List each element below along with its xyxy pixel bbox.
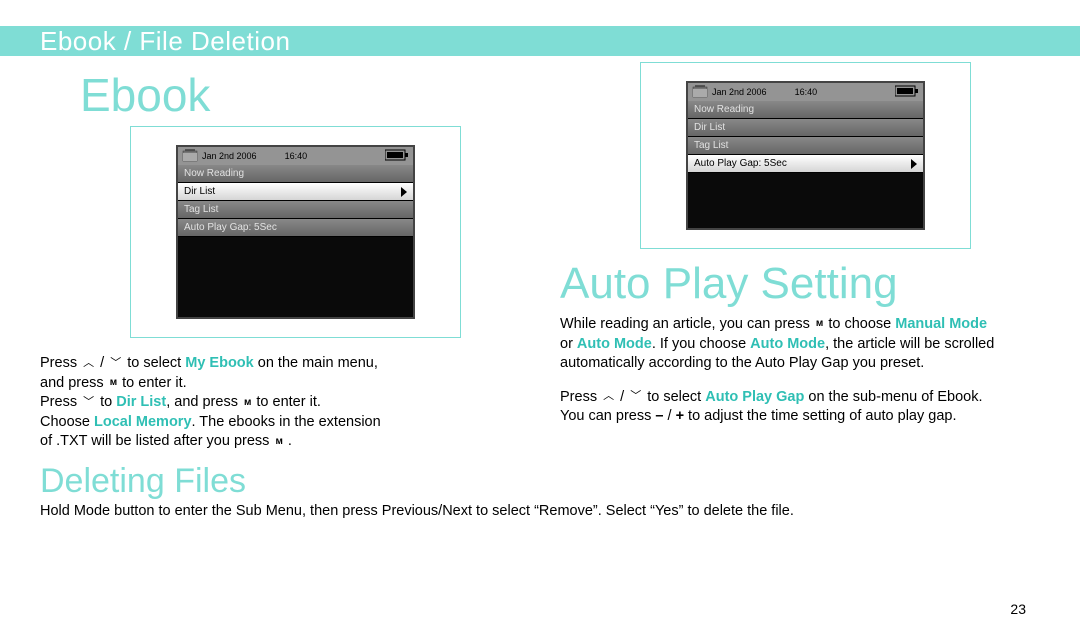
menu-row: Now Reading	[688, 101, 923, 119]
right-column: Jan 2nd 200616:40 Now ReadingDir ListTag…	[560, 62, 1040, 452]
plus-icon: +	[676, 408, 684, 424]
folder-icon	[182, 148, 198, 164]
autoplay-title: Auto Play Setting	[560, 259, 1040, 309]
left-screen-statusbar: Jan 2nd 200616:40	[178, 147, 413, 165]
menu-row: Now Reading	[178, 165, 413, 183]
right-screen-datetime: Jan 2nd 200616:40	[712, 87, 891, 97]
deleting-title: Deleting Files	[40, 462, 1080, 501]
battery-icon	[895, 85, 919, 99]
down-icon: ﹀	[83, 395, 94, 410]
left-column: Ebook Jan 2nd 200616:40	[40, 62, 520, 452]
menu-row: Tag List	[178, 201, 413, 219]
left-screen-datetime: Jan 2nd 200616:40	[202, 151, 381, 161]
down-icon: ﹀	[110, 356, 121, 371]
deleting-text: Hold Mode button to enter the Sub Menu, …	[40, 503, 1040, 519]
menu-row: Dir List	[688, 119, 923, 137]
menu-row: Dir List	[178, 183, 413, 201]
menu-row: Tag List	[688, 137, 923, 155]
down-icon: ﹀	[630, 389, 641, 404]
right-screen-frame: Jan 2nd 200616:40 Now ReadingDir ListTag…	[640, 62, 971, 249]
left-device-screen: Jan 2nd 200616:40 Now ReadingDir ListTag…	[176, 145, 415, 319]
right-instructions: While reading an article, you can press …	[560, 315, 1040, 427]
up-icon: ︿	[83, 356, 94, 371]
left-instructions: Press ︿ / ﹀ to select My Ebook on the ma…	[40, 354, 520, 452]
ebook-title: Ebook	[80, 68, 520, 122]
right-screen-statusbar: Jan 2nd 200616:40	[688, 83, 923, 101]
right-device-screen: Jan 2nd 200616:40 Now ReadingDir ListTag…	[686, 81, 925, 230]
battery-icon	[385, 149, 409, 163]
page-number: 23	[1010, 601, 1026, 617]
up-icon: ︿	[603, 389, 614, 404]
mode-icon: ᴍ	[275, 435, 281, 449]
section-header: Ebook / File Deletion	[0, 26, 1080, 56]
left-screen-frame: Jan 2nd 200616:40 Now ReadingDir ListTag…	[130, 126, 461, 338]
mode-icon: ᴍ	[816, 317, 822, 331]
menu-row: Auto Play Gap: 5Sec	[178, 219, 413, 237]
menu-row: Auto Play Gap: 5Sec	[688, 155, 923, 173]
mode-icon: ᴍ	[244, 396, 250, 410]
mode-icon: ᴍ	[110, 376, 116, 390]
folder-icon	[692, 84, 708, 100]
